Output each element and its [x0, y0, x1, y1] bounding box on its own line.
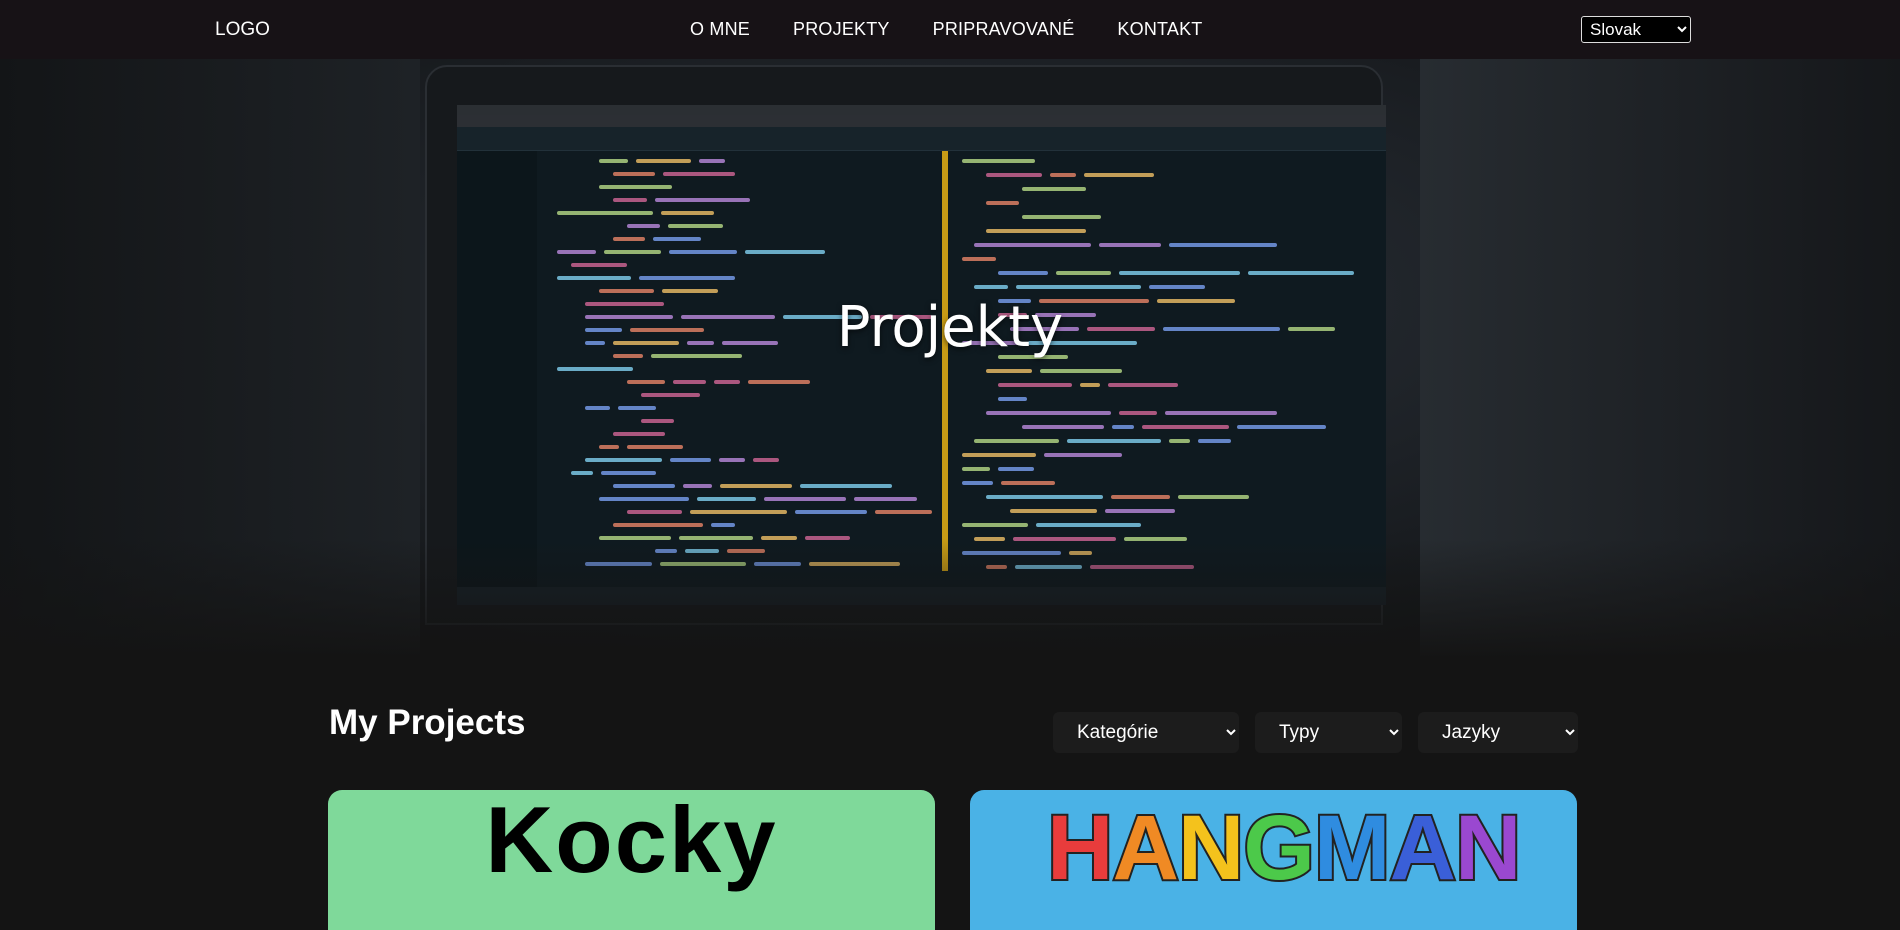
category-filter-select[interactable]: Kategórie: [1053, 712, 1239, 753]
hangman-title-letter: A: [1388, 795, 1458, 901]
hangman-title-letter: G: [1241, 795, 1317, 901]
top-navbar: LOGO O MNE PROJEKTY PRIPRAVOVANÉ KONTAKT…: [0, 0, 1900, 59]
language-filter-select[interactable]: Jazyky: [1418, 712, 1578, 753]
hero-title: Projekty: [836, 295, 1064, 360]
nav-link-projekty[interactable]: PROJEKTY: [793, 19, 890, 40]
projects-heading: My Projects: [329, 703, 526, 742]
hangman-title-letter: N: [1176, 795, 1246, 901]
hangman-title-letter: H: [1045, 795, 1115, 901]
nav-link-pripravovane[interactable]: PRIPRAVOVANÉ: [933, 19, 1075, 40]
project-card-kocky[interactable]: Kocky: [328, 790, 935, 930]
language-select[interactable]: Slovak: [1581, 16, 1691, 43]
project-card-title: Kocky: [485, 790, 778, 892]
hangman-title-letter: M: [1312, 795, 1393, 901]
project-card-hangman[interactable]: HANGMAN: [970, 790, 1577, 930]
hangman-title-letter: A: [1110, 795, 1180, 901]
main-menu: O MNE PROJEKTY PRIPRAVOVANÉ KONTAKT: [690, 19, 1246, 40]
hero-banner: Projekty: [0, 59, 1900, 659]
logo-link[interactable]: LOGO: [215, 19, 270, 41]
project-card-title: HANGMAN: [1045, 795, 1524, 901]
type-filter-select[interactable]: Typy: [1255, 712, 1402, 753]
nav-link-kontakt[interactable]: KONTAKT: [1117, 19, 1202, 40]
nav-link-o-mne[interactable]: O MNE: [690, 19, 750, 40]
hangman-title-letter: N: [1453, 795, 1523, 901]
